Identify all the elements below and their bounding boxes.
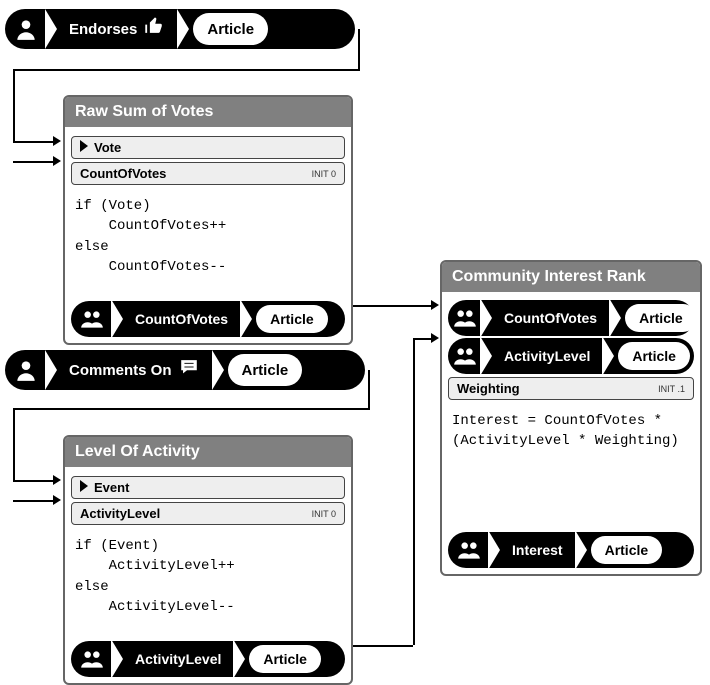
box-title: Community Interest Rank [442, 262, 700, 292]
code-block: if (Vote) CountOfVotes++ else CountOfVot… [71, 188, 345, 291]
chevron-icon [233, 639, 245, 679]
chevron-icon [111, 639, 123, 679]
chevron-icon [240, 299, 252, 339]
output-bar: ActivityLevel Article [71, 641, 345, 677]
output-object: Article [249, 645, 321, 673]
speech-bubble-icon [178, 356, 200, 384]
group-icon [452, 339, 478, 373]
input-bar-2: ActivityLevel Article [448, 338, 694, 374]
chevron-icon [177, 9, 189, 49]
group-icon [75, 302, 109, 336]
group-icon [75, 642, 109, 676]
output-object: Article [591, 536, 663, 564]
object-label: Article [228, 354, 303, 386]
group-icon [452, 533, 486, 567]
event-endorses: Endorses Article [5, 9, 355, 49]
chevron-icon [45, 9, 57, 49]
state-port-weighting: WeightingINIT .1 [448, 377, 694, 400]
group-icon [452, 301, 478, 335]
event-comments-on: Comments On Article [5, 350, 365, 390]
chevron-icon [575, 530, 587, 570]
action-label: Comments On [59, 350, 210, 390]
output-field: Interest [502, 532, 573, 568]
input-object: Article [618, 342, 690, 370]
user-icon [9, 12, 43, 46]
input-object: Article [625, 304, 697, 332]
thumbs-up-icon [143, 15, 165, 43]
output-object: Article [256, 305, 328, 333]
output-field: ActivityLevel [125, 641, 231, 677]
diagram-canvas: Endorses Article Raw Sum of Votes Vote C… [5, 5, 705, 645]
init-tag: INIT 0 [312, 509, 336, 519]
chevron-icon [480, 336, 492, 376]
chevron-icon [480, 298, 492, 338]
init-tag: INIT 0 [312, 169, 336, 179]
state-port-activitylevel: ActivityLevelINIT 0 [71, 502, 345, 525]
box-title: Raw Sum of Votes [65, 97, 351, 127]
input-port-vote: Vote [71, 136, 345, 159]
input-field: CountOfVotes [494, 300, 607, 336]
chevron-icon [111, 299, 123, 339]
code-block: Interest = CountOfVotes * (ActivityLevel… [448, 403, 694, 466]
object-label: Article [193, 13, 268, 45]
code-block: if (Event) ActivityLevel++ else Activity… [71, 528, 345, 631]
action-label: Endorses [59, 9, 175, 49]
chevron-icon [45, 350, 57, 390]
box-title: Level Of Activity [65, 437, 351, 467]
chevron-icon [212, 350, 224, 390]
init-tag: INIT .1 [658, 384, 685, 394]
chevron-icon [609, 298, 621, 338]
box-raw-sum-votes: Raw Sum of Votes Vote CountOfVotesINIT 0… [63, 95, 353, 345]
chevron-icon [602, 336, 614, 376]
box-community-interest-rank: Community Interest Rank CountOfVotes Art… [440, 260, 702, 576]
input-field: ActivityLevel [494, 338, 600, 374]
output-bar: CountOfVotes Article [71, 301, 345, 337]
output-field: CountOfVotes [125, 301, 238, 337]
chevron-icon [488, 530, 500, 570]
user-icon [9, 353, 43, 387]
state-port-countofvotes: CountOfVotesINIT 0 [71, 162, 345, 185]
input-port-event: Event [71, 476, 345, 499]
input-bar-1: CountOfVotes Article [448, 300, 694, 336]
output-bar: Interest Article [448, 532, 694, 568]
